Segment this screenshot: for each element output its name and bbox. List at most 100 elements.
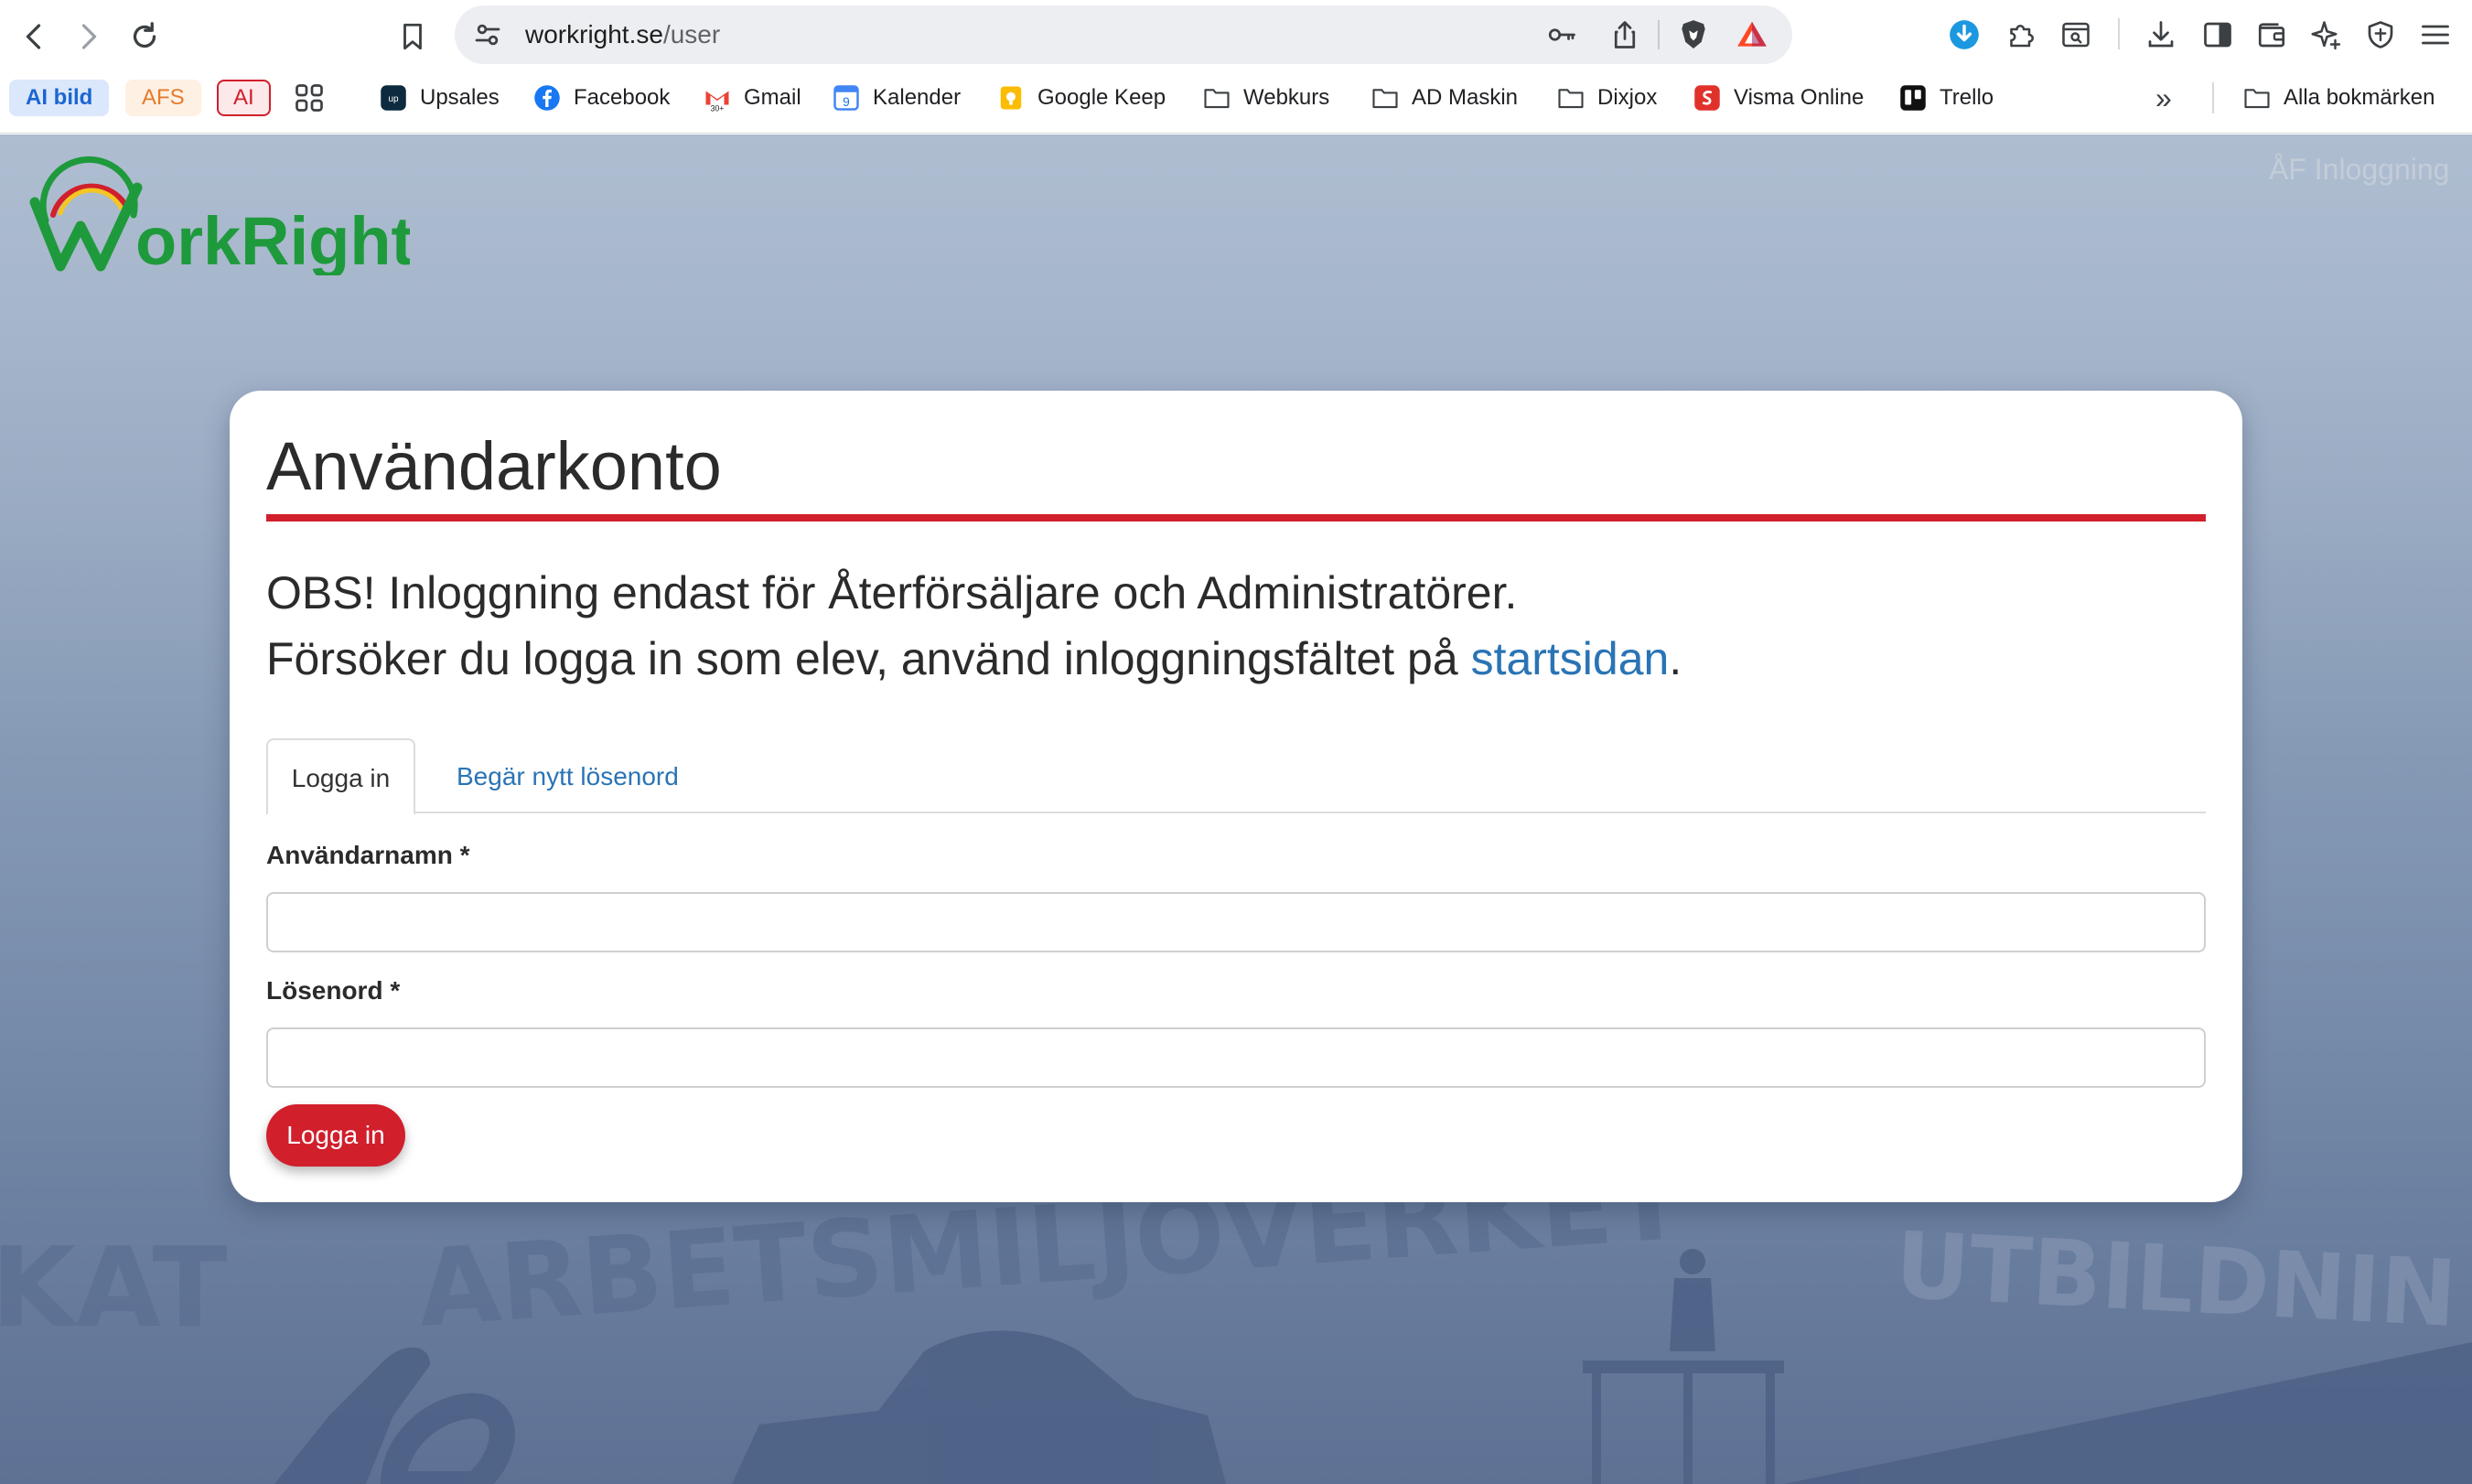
- af-login-link[interactable]: ÅF Inloggning: [2269, 153, 2449, 187]
- notice-line-2-end: .: [1669, 633, 1682, 684]
- reader-mode-button[interactable]: [2056, 15, 2096, 55]
- rewards-triangle-icon: [1737, 21, 1767, 47]
- gmail-icon: 30+: [704, 84, 731, 113]
- ai-assistant-button[interactable]: [2305, 15, 2346, 55]
- notice-line-2-text: Försöker du logga in som elev, använd in…: [266, 633, 1471, 684]
- extensions-button[interactable]: [2001, 15, 2041, 55]
- bookmarks-overflow-button[interactable]: »: [2155, 78, 2172, 118]
- bookmark-ad-maskin[interactable]: AD Maskin: [1371, 78, 1518, 118]
- bookmark-upsales[interactable]: up Upsales: [380, 78, 500, 118]
- address-bar[interactable]: workright.se/user: [455, 5, 1792, 64]
- bookmark-trello[interactable]: Trello: [1899, 78, 1994, 118]
- download-manager-extension[interactable]: [1944, 15, 1984, 55]
- download-circle-icon: [1950, 20, 1979, 49]
- username-label: Användarnamn *: [266, 841, 470, 870]
- keep-bulb-icon: [997, 84, 1025, 112]
- bg-word-kat: KAT: [0, 1225, 228, 1352]
- bookmark-label: Dixjox: [1597, 85, 1658, 110]
- bookmark-ai-bild[interactable]: AI bild: [9, 80, 110, 116]
- apps-grid-icon: [296, 84, 323, 112]
- url-divider: [1658, 20, 1660, 49]
- reload-icon: [133, 22, 156, 48]
- password-key-button[interactable]: [1543, 16, 1580, 53]
- required-marker: *: [390, 976, 401, 1005]
- tab-logga-in[interactable]: Logga in: [266, 738, 415, 815]
- all-bookmarks-button[interactable]: Alla bokmärken: [2243, 78, 2434, 118]
- user-account-card: Användarkonto OBS! Inloggning endast för…: [230, 391, 2242, 1202]
- svg-text:30+: 30+: [711, 103, 725, 113]
- bookmarks-divider: [2212, 82, 2214, 113]
- rewards-button[interactable]: [1734, 16, 1770, 53]
- reload-button[interactable]: [121, 13, 168, 60]
- page-title: Användarkonto: [266, 428, 722, 504]
- hamburger-menu-icon: [2422, 25, 2449, 45]
- all-bookmarks-label: Alla bokmärken: [2284, 85, 2435, 110]
- password-label-text: Lösenord: [266, 976, 383, 1005]
- back-arrow-icon: [26, 24, 41, 49]
- bookmark-google-keep[interactable]: Google Keep: [997, 78, 1166, 118]
- reader-search-icon: [2062, 22, 2090, 48]
- bookmark-label: Trello: [1940, 85, 1994, 110]
- title-divider: [266, 514, 2206, 522]
- site-settings-icon[interactable]: [471, 18, 504, 51]
- bookmark-label: Kalender: [873, 85, 962, 110]
- login-button[interactable]: Logga in: [266, 1104, 405, 1167]
- bookmark-page-button[interactable]: [389, 13, 436, 60]
- bookmark-visma-online[interactable]: Visma Online: [1693, 78, 1864, 118]
- bookmark-kalender[interactable]: 9 Kalender: [833, 78, 961, 118]
- share-icon: [1614, 21, 1636, 48]
- bookmark-label: Gmail: [744, 85, 801, 110]
- bookmark-afs[interactable]: AFS: [125, 80, 201, 116]
- login-notice: OBS! Inloggning endast för Återförsäljar…: [266, 560, 1682, 692]
- svg-text:9: 9: [843, 95, 850, 109]
- folder-icon: [1203, 84, 1231, 112]
- logo-text: orkRight: [135, 203, 410, 275]
- bookmark-ai[interactable]: AI: [217, 80, 271, 116]
- forward-button[interactable]: [64, 13, 112, 60]
- folder-icon: [1557, 84, 1585, 112]
- wallet-icon: [2258, 23, 2285, 48]
- downloads-button[interactable]: [2141, 15, 2181, 55]
- url-host: workright.se: [525, 20, 663, 48]
- wallet-button[interactable]: [2252, 15, 2292, 55]
- notice-line-2: Försöker du logga in som elev, använd in…: [266, 626, 1682, 692]
- bookmark-webkurs[interactable]: Webkurs: [1203, 78, 1329, 118]
- password-label: Lösenord *: [266, 976, 400, 1005]
- bookmark-gmail[interactable]: 30+ Gmail: [704, 78, 801, 118]
- sidebar-toggle-button[interactable]: [2198, 15, 2238, 55]
- download-icon: [2148, 21, 2174, 48]
- bookmark-label: Webkurs: [1243, 85, 1330, 110]
- forward-arrow-icon: [81, 24, 97, 49]
- main-menu-button[interactable]: [2415, 15, 2456, 55]
- bookmark-icon: [403, 23, 422, 50]
- key-icon: [1548, 28, 1575, 41]
- brave-shields-button[interactable]: [1675, 16, 1712, 53]
- sidebar-icon: [2204, 22, 2231, 48]
- share-button[interactable]: [1607, 16, 1643, 53]
- url-text[interactable]: workright.se/user: [525, 18, 720, 51]
- bookmark-label: Google Keep: [1037, 85, 1166, 110]
- password-field[interactable]: [266, 1027, 2206, 1088]
- puzzle-icon: [2010, 24, 2035, 48]
- tab-begar-nytt-losenord[interactable]: Begär nytt lösenord: [429, 738, 706, 815]
- visma-icon: [1693, 84, 1721, 112]
- browser-toolbar: workright.se/user: [0, 0, 2472, 71]
- folder-icon: [2243, 84, 2271, 112]
- svg-text:up: up: [388, 94, 399, 104]
- username-field[interactable]: [266, 892, 2206, 952]
- brave-shield-icon: [1682, 20, 1705, 49]
- bookmark-dixjox[interactable]: Dixjox: [1557, 78, 1657, 118]
- bookmark-label: Upsales: [420, 85, 500, 110]
- bookmark-facebook[interactable]: Facebook: [533, 78, 670, 118]
- apps-grid-button[interactable]: [293, 78, 326, 118]
- required-marker: *: [459, 841, 470, 869]
- workright-logo[interactable]: orkRight: [26, 155, 410, 275]
- folder-icon: [1371, 84, 1399, 112]
- vpn-button[interactable]: [2360, 15, 2401, 55]
- back-button[interactable]: [11, 13, 59, 60]
- calendar-icon: 9: [833, 84, 860, 112]
- toolbar-divider: [2118, 18, 2120, 49]
- shield-icon: [2368, 21, 2393, 48]
- username-label-text: Användarnamn: [266, 841, 453, 869]
- startsidan-link[interactable]: startsidan: [1471, 633, 1670, 684]
